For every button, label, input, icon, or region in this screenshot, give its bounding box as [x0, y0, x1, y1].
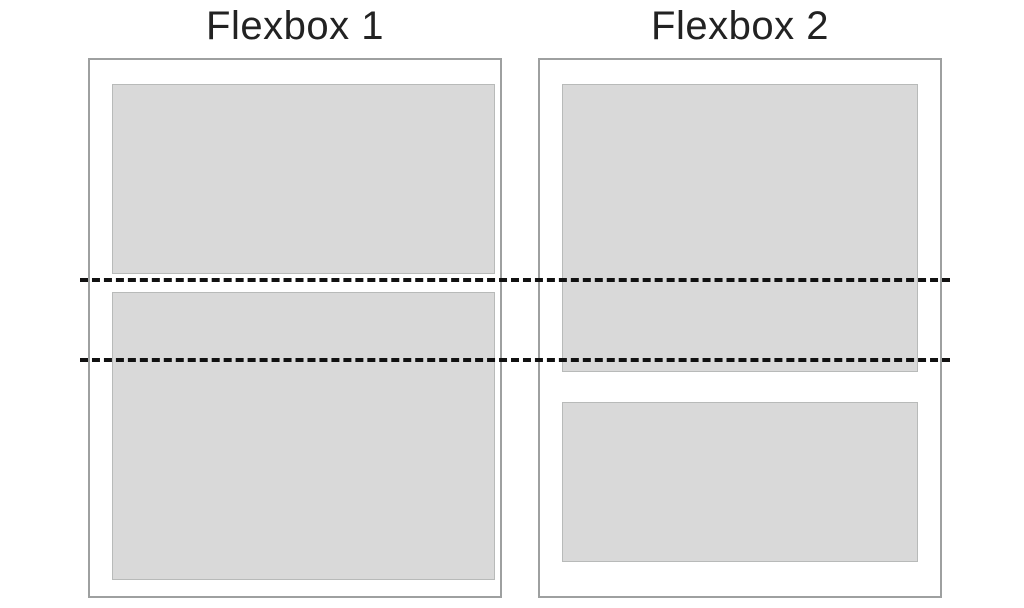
flex-item-1a	[112, 84, 495, 274]
flex-item-2a	[562, 84, 918, 372]
alignment-guide-1	[80, 278, 950, 282]
flexbox-2-title: Flexbox 2	[530, 4, 950, 49]
flexbox-1-title: Flexbox 1	[80, 4, 510, 49]
flexbox-comparison-diagram: Flexbox 1 Flexbox 2	[80, 0, 950, 608]
flex-container-2	[538, 58, 942, 598]
flex-container-1	[88, 58, 502, 598]
alignment-guide-2	[80, 358, 950, 362]
flex-item-1b	[112, 292, 495, 580]
flex-item-2b	[562, 402, 918, 562]
